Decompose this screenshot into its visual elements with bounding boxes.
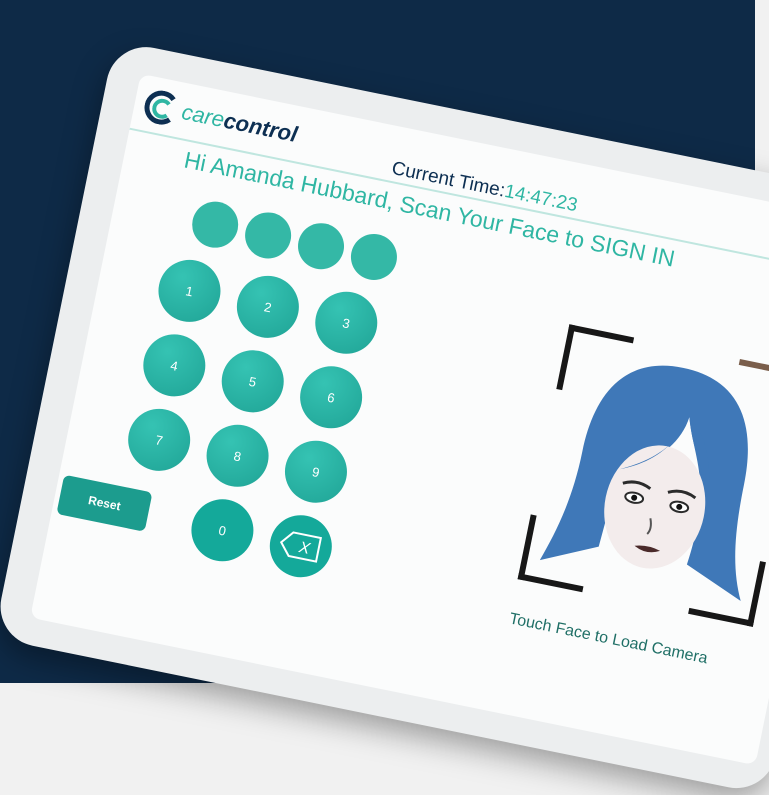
camera-prompt: Touch Face to Load Camera — [507, 610, 710, 668]
keypad-key-6[interactable]: 6 — [294, 360, 368, 434]
keypad-key-2[interactable]: 2 — [231, 270, 305, 344]
reset-button[interactable]: Reset — [56, 474, 153, 532]
keypad-key-4[interactable]: 4 — [137, 328, 211, 402]
logo-text-control: control — [221, 107, 300, 147]
pin-dot-2 — [240, 208, 296, 263]
pin-dot-1 — [188, 197, 243, 252]
face-scan-area[interactable] — [517, 324, 769, 627]
keypad-key-8[interactable]: 8 — [201, 419, 275, 493]
logo-text-care: care — [179, 99, 227, 133]
carecontrol-logo: carecontrol — [141, 87, 300, 152]
keypad-key-3[interactable]: 3 — [309, 286, 383, 360]
logo-icon — [141, 87, 182, 128]
keypad-key-7[interactable]: 7 — [122, 403, 196, 477]
backspace-label: X — [297, 539, 313, 558]
kiosk-screen: carecontrol Current Time:14:47:23 Hi Ama… — [30, 73, 769, 766]
pin-dot-4 — [346, 229, 402, 285]
keypad-key-0[interactable]: 0 — [185, 493, 259, 567]
keypad-key-9[interactable]: 9 — [279, 435, 353, 509]
backspace-icon: X — [279, 531, 323, 563]
pin-dot-3 — [293, 219, 349, 274]
keypad-key-5[interactable]: 5 — [216, 344, 290, 418]
backspace-button[interactable]: X — [264, 509, 338, 583]
keypad-key-1[interactable]: 1 — [152, 254, 227, 328]
